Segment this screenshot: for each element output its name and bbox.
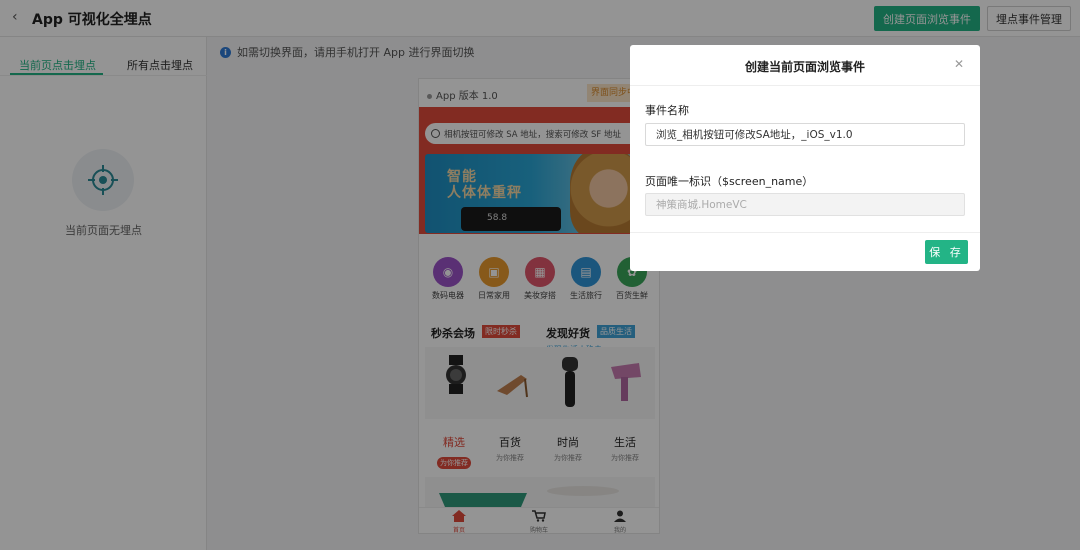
close-icon[interactable]: ✕: [954, 57, 964, 71]
dialog-footer-divider: [630, 232, 980, 233]
dialog-header: 创建当前页面浏览事件 ✕: [630, 45, 980, 86]
screen-name-label: 页面唯一标识（$screen_name）: [645, 175, 814, 188]
event-name-input[interactable]: 浏览_相机按钮可修改SA地址，_iOS_v1.0: [645, 123, 965, 146]
screen-name-input: 神策商城.HomeVC: [645, 193, 965, 216]
dialog-title: 创建当前页面浏览事件: [744, 60, 865, 74]
event-name-label: 事件名称: [645, 104, 689, 117]
save-button[interactable]: 保 存: [925, 240, 968, 264]
create-page-view-event-dialog: 创建当前页面浏览事件 ✕ 事件名称 浏览_相机按钮可修改SA地址，_iOS_v1…: [630, 45, 980, 271]
